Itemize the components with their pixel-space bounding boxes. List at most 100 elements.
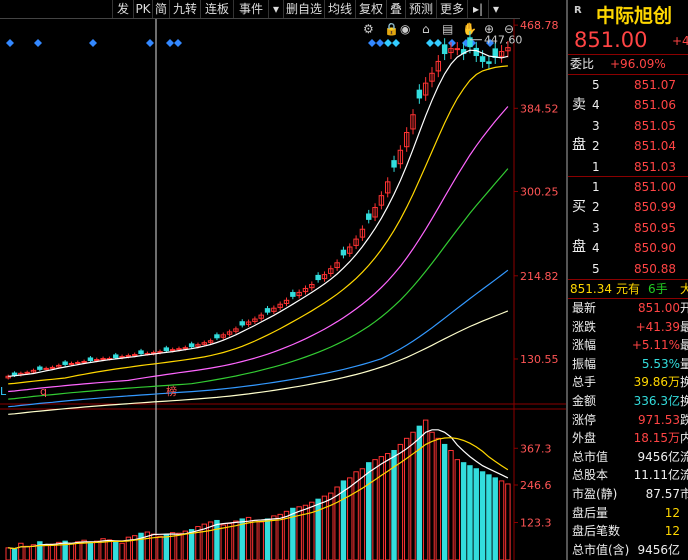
stat-label: 盘后笔数: [572, 524, 621, 539]
volume-bar: [328, 492, 334, 560]
kline-chart[interactable]: ⚙ 🔒 ◉ ⌂ ▤ ✋ ⊕ ⊖ 468.78384.52300.25214.82130.5544…: [0, 19, 566, 560]
buy-row-1[interactable]: 1 851.00: [568, 177, 688, 197]
stat-row: 总手 39.86万换: [568, 373, 688, 391]
sell-row-1[interactable]: 1 851.03: [568, 157, 688, 177]
toolbar-item-3[interactable]: 九转: [169, 0, 200, 18]
candle-body: [49, 366, 56, 369]
candle-body: [473, 47, 479, 57]
lock-icon[interactable]: 🔒: [384, 22, 399, 36]
gear-icon[interactable]: ⚙: [363, 22, 374, 36]
stat-row: 涨跌 +41.39 最: [568, 318, 688, 336]
candle-body: [454, 48, 461, 51]
toolbar-item-5[interactable]: 事件: [233, 0, 268, 18]
stat-value: +41.39: [635, 319, 680, 334]
stat-label: 盘后量: [572, 505, 609, 520]
sell-row-3[interactable]: 3 851.05: [568, 116, 688, 136]
toolbar-item-11[interactable]: 预测: [405, 0, 436, 18]
buy-row-3[interactable]: 3 850.95: [568, 218, 688, 238]
stat-value: 12: [664, 524, 680, 539]
volume-bar: [315, 498, 321, 560]
toolbar-item-0[interactable]: 发: [112, 0, 133, 18]
toolbar-item-8[interactable]: 均线: [324, 0, 355, 18]
toolbar-item-2[interactable]: 简: [152, 0, 169, 18]
volume-bar: [49, 543, 56, 560]
level: 2: [592, 200, 600, 215]
volume-bar: [309, 501, 315, 560]
stat-row: 涨幅 +5.11% 最: [568, 336, 688, 354]
level: 4: [592, 98, 600, 113]
stat-tail: 跌: [680, 412, 688, 427]
candle-body: [182, 347, 189, 350]
volume-bar: [87, 541, 94, 560]
ma-line-60: [8, 269, 509, 408]
candle-body: [188, 343, 195, 348]
level: 3: [592, 118, 600, 133]
volume-bar: [271, 515, 277, 560]
volume-bar: [30, 544, 37, 560]
stat-label: 涨停: [572, 412, 597, 427]
price: 851.07: [634, 78, 676, 92]
sell-row-5[interactable]: 5 851.07: [568, 75, 688, 95]
volume-bar: [113, 541, 119, 560]
volume-bar: [448, 450, 454, 560]
level: 1: [592, 159, 600, 174]
volume-bar: [226, 523, 233, 560]
stat-label: 最新: [572, 301, 597, 315]
price: 851.06: [634, 98, 676, 113]
candle-body: [239, 321, 245, 326]
toolbar-item-4[interactable]: 连板: [200, 0, 233, 18]
volume-bar: [422, 419, 429, 560]
event-marker-icon: [448, 39, 456, 47]
toolbar-item-10[interactable]: 叠: [386, 0, 405, 18]
stat-label: 涨幅: [572, 338, 597, 353]
volume-bar: [454, 459, 461, 560]
buy-side-label: 盘: [572, 239, 586, 255]
candle-body: [366, 213, 372, 220]
toolbar-item-9[interactable]: 复权: [355, 0, 386, 18]
stat-label: 总市值: [572, 449, 609, 464]
candle-body: [100, 358, 106, 361]
volume-bar: [435, 437, 442, 560]
sell-side-label: 卖: [572, 97, 586, 113]
price-axis-label: 130.55: [520, 353, 559, 366]
event-marker-icon: [146, 39, 154, 47]
volume-bar: [220, 524, 226, 560]
candle-body: [138, 350, 144, 355]
event-marker-icon: [166, 39, 174, 47]
candle-body: [486, 61, 492, 64]
toolbar-item-7[interactable]: 删自选: [283, 0, 324, 18]
toolbar-item-1[interactable]: PK: [133, 0, 152, 18]
stat-value: 5.53%: [641, 356, 680, 371]
event-marker-icon: [6, 39, 14, 47]
candle-body: [68, 362, 75, 365]
stat-tail: 市: [680, 487, 688, 501]
stat-tail: 最: [680, 319, 688, 334]
ma-line-30: [8, 168, 509, 400]
candle-body: [43, 367, 49, 370]
volume-bar: [24, 545, 30, 560]
toolbar-item-6[interactable]: ▾: [268, 0, 283, 18]
volume-bar: [416, 425, 423, 560]
cart-icon[interactable]: ⌂: [422, 22, 430, 36]
volume-bar: [467, 465, 473, 560]
stat-label: 涨跌: [572, 319, 597, 334]
stat-tail: 流: [680, 468, 688, 483]
toolbar-item-12[interactable]: 更多: [436, 0, 467, 18]
toolbar-item-13[interactable]: ▸|: [467, 0, 488, 18]
volume-ma-line: [8, 437, 509, 550]
candle-body: [441, 44, 448, 55]
event-marker-icon: [392, 39, 400, 47]
candle-body: [62, 361, 68, 365]
print-icon[interactable]: ▤: [442, 22, 453, 36]
candle-body: [391, 160, 397, 168]
market-badge: R: [574, 5, 582, 16]
stat-value: 9456亿: [637, 449, 680, 464]
stat-value: 12: [664, 505, 680, 520]
event-marker-icon: [34, 39, 42, 47]
buy-row-5[interactable]: 5 850.88: [568, 259, 688, 279]
volume-bar: [157, 535, 163, 560]
change-short: +41: [672, 34, 688, 48]
candle-body: [467, 37, 473, 48]
toolbar-item-14[interactable]: ▾: [488, 0, 503, 18]
eye-icon[interactable]: ◉: [400, 22, 410, 36]
